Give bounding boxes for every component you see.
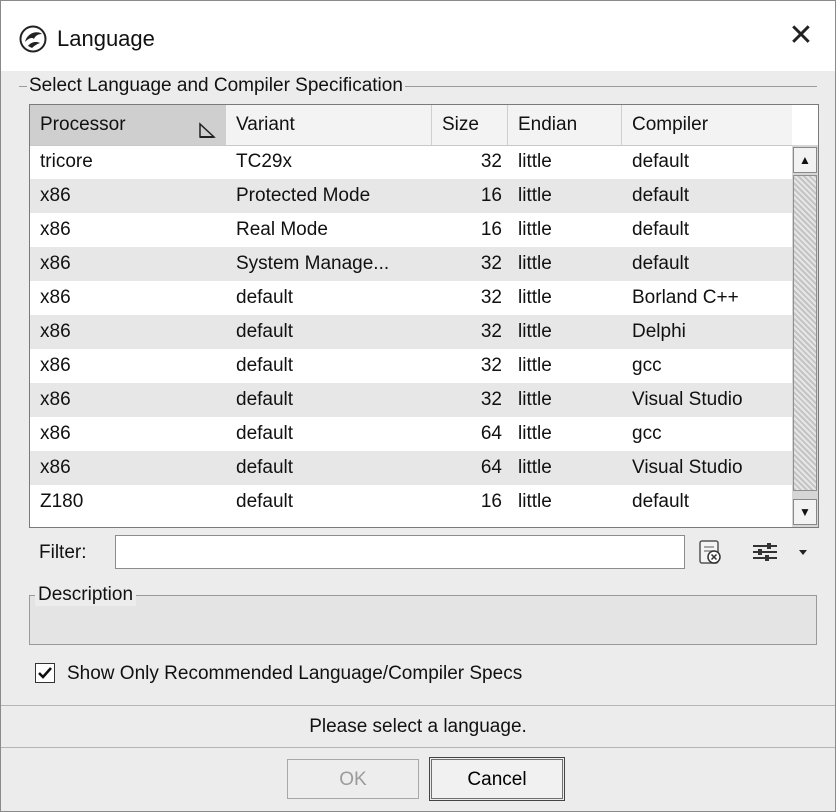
cell-variant: default [236, 423, 294, 444]
filter-label: Filter: [39, 542, 87, 563]
cell-variant: default [236, 491, 294, 512]
cell-size: 64 [480, 457, 502, 478]
description-box [29, 595, 817, 645]
cell-size: 16 [480, 491, 502, 512]
table-row[interactable]: x86 Protected Mode 16 little default [30, 179, 792, 213]
title-bar: Language ✕ [1, 1, 835, 71]
vertical-scrollbar[interactable]: ▲ ▼ [792, 145, 818, 527]
ghidra-dragon-icon [19, 25, 47, 53]
status-divider-bottom [1, 747, 835, 748]
status-divider-top [1, 705, 835, 706]
cell-size: 32 [480, 389, 502, 410]
cell-processor: x86 [40, 219, 71, 240]
table-row[interactable]: Z180 default 16 little default [30, 485, 792, 519]
cell-endian: little [518, 253, 552, 274]
cell-processor: x86 [40, 355, 71, 376]
cell-variant: System Manage... [236, 253, 390, 274]
cell-size: 64 [480, 423, 502, 444]
cell-endian: little [518, 423, 552, 444]
table-header: Processor Variant Size Endian Compiler [30, 105, 792, 146]
cell-size: 32 [480, 151, 502, 172]
cell-compiler: gcc [632, 355, 662, 376]
cell-processor: x86 [40, 287, 71, 308]
column-header-endian[interactable]: Endian [508, 105, 622, 145]
language-table[interactable]: Processor Variant Size Endian Compiler t… [29, 104, 819, 528]
table-row[interactable]: x86 Real Mode 16 little default [30, 213, 792, 247]
close-icon[interactable]: ✕ [783, 19, 819, 55]
cell-compiler: Visual Studio [632, 389, 743, 410]
table-row[interactable]: x86 default 32 little Visual Studio [30, 383, 792, 417]
cell-endian: little [518, 389, 552, 410]
scroll-up-button[interactable]: ▲ [793, 147, 817, 173]
cell-processor: x86 [40, 321, 71, 342]
cell-size: 16 [480, 219, 502, 240]
table-row[interactable]: x86 default 32 little Delphi [30, 315, 792, 349]
cell-compiler: default [632, 219, 690, 240]
cell-size: 32 [480, 253, 502, 274]
cell-size: 16 [480, 185, 502, 206]
column-header-size[interactable]: Size [432, 105, 508, 145]
cell-processor: x86 [40, 457, 71, 478]
cell-variant: default [236, 389, 294, 410]
cell-compiler: Delphi [632, 321, 686, 342]
cell-compiler: Visual Studio [632, 457, 743, 478]
cell-compiler: default [632, 491, 690, 512]
cell-compiler: Borland C++ [632, 287, 739, 308]
cell-endian: little [518, 287, 552, 308]
cell-endian: little [518, 491, 552, 512]
cell-variant: TC29x [236, 151, 292, 172]
table-row[interactable]: tricore TC29x 32 little default [30, 145, 792, 179]
scroll-thumb[interactable] [793, 175, 817, 491]
cell-variant: default [236, 321, 294, 342]
column-header-processor[interactable]: Processor [30, 105, 226, 145]
cell-endian: little [518, 321, 552, 342]
cell-variant: default [236, 355, 294, 376]
table-row[interactable]: x86 default 64 little gcc [30, 417, 792, 451]
cell-variant: Real Mode [236, 219, 328, 240]
cancel-button[interactable]: Cancel [429, 757, 565, 801]
column-header-variant[interactable]: Variant [226, 105, 432, 145]
cell-variant: Protected Mode [236, 185, 371, 206]
clear-filter-icon[interactable] [695, 537, 725, 567]
cell-processor: x86 [40, 253, 71, 274]
recommended-checkbox-label[interactable]: Show Only Recommended Language/Compiler … [67, 662, 522, 686]
cell-endian: little [518, 219, 552, 240]
cell-processor: x86 [40, 423, 71, 444]
cell-endian: little [518, 355, 552, 376]
cell-size: 32 [480, 355, 502, 376]
column-header-label: Processor [40, 114, 126, 135]
status-message: Please select a language. [309, 716, 527, 737]
filter-options-icon[interactable] [751, 537, 807, 567]
cell-endian: little [518, 151, 552, 172]
column-header-compiler[interactable]: Compiler [622, 105, 792, 145]
ok-button[interactable]: OK [287, 759, 419, 799]
table-row[interactable]: x86 default 32 little gcc [30, 349, 792, 383]
recommended-checkbox[interactable] [35, 663, 55, 683]
cell-compiler: gcc [632, 423, 662, 444]
cell-compiler: default [632, 185, 690, 206]
sort-ascending-icon [197, 115, 217, 138]
language-spec-legend: Select Language and Compiler Specificati… [29, 75, 403, 96]
cell-size: 32 [480, 321, 502, 342]
table-row[interactable]: x86 default 32 little Borland C++ [30, 281, 792, 315]
cell-compiler: default [632, 151, 690, 172]
cell-processor: Z180 [40, 491, 84, 512]
window-title: Language [57, 26, 155, 51]
language-dialog: Language ✕ Select Language and Compiler … [0, 0, 836, 812]
cell-endian: little [518, 185, 552, 206]
cell-compiler: default [632, 253, 690, 274]
cell-processor: x86 [40, 185, 71, 206]
table-row[interactable]: x86 default 64 little Visual Studio [30, 451, 792, 485]
cell-variant: default [236, 287, 294, 308]
cell-endian: little [518, 457, 552, 478]
cell-variant: default [236, 457, 294, 478]
cell-processor: tricore [40, 151, 93, 172]
scroll-down-button[interactable]: ▼ [793, 499, 817, 525]
filter-input[interactable] [115, 535, 685, 569]
table-row[interactable]: x86 System Manage... 32 little default [30, 247, 792, 281]
cell-size: 32 [480, 287, 502, 308]
description-label: Description [35, 584, 137, 606]
cell-processor: x86 [40, 389, 71, 410]
